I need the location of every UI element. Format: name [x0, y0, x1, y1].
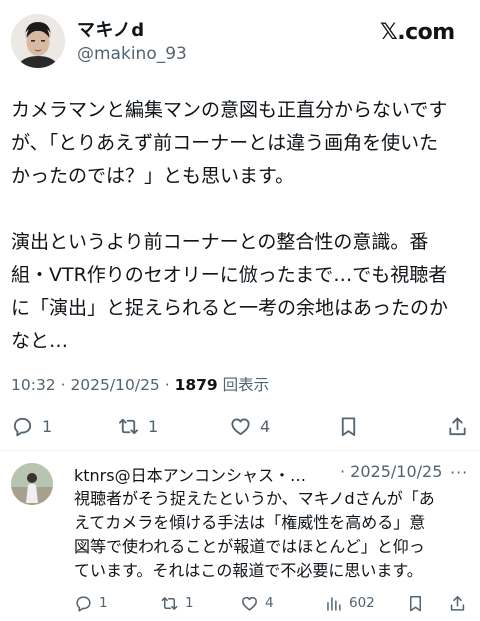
repost-icon	[161, 596, 178, 610]
post-text: カメラマンと編集マンの意図も正直分からないです が、「とりあえず前コーナーとは違…	[11, 94, 473, 358]
reply-text: 視聴者がそう捉えたというか、マキノdさんが「あ えてカメラを傾ける手法は「権威性…	[74, 487, 474, 583]
reply-share-button[interactable]	[448, 588, 467, 618]
bar-chart-icon	[327, 596, 341, 611]
reply-text-line: 図等で使われることが報道ではほとんど」と仰っ	[74, 537, 425, 556]
reply-like-count: 4	[265, 595, 274, 611]
repost-button[interactable]: 1	[117, 408, 158, 444]
reply-date[interactable]: · 2025/10/25	[340, 462, 442, 481]
post-meta: 10:32 · 2025/10/25 · 1879 回表示	[11, 373, 269, 395]
reply-avatar-photo	[11, 463, 53, 505]
reply-text-line: ています。それはこの報道で不必要に思います。	[74, 561, 423, 580]
post-text-line: 組・VTR作りのセオリーに倣ったまで…でも視聴者	[11, 264, 448, 286]
reply-bookmark-button[interactable]	[406, 588, 425, 618]
bookmark-button[interactable]	[337, 408, 360, 444]
reply-reply-count: 1	[99, 595, 108, 611]
repost-icon	[118, 418, 139, 434]
reply-post[interactable]: ktnrs@日本アンコンシャス・… · 2025/10/25 ··· 視聴者がそ…	[0, 451, 480, 621]
reply-text-line: えてカメラを傾ける手法は「権威性を高める」意	[74, 513, 426, 532]
like-button[interactable]: 4	[229, 408, 270, 444]
share-icon	[450, 595, 465, 611]
reply-repost-button[interactable]: 1	[160, 588, 194, 618]
reply-count: 1	[42, 416, 53, 436]
reply-button[interactable]: 1	[11, 408, 52, 444]
post-action-bar: 1 1 4	[0, 408, 480, 444]
more-options-icon[interactable]: ···	[450, 463, 468, 482]
post-text-line	[11, 193, 473, 226]
reply-action-bar: 1 1 4 602	[0, 588, 480, 618]
bookmark-icon	[409, 595, 422, 611]
repost-count: 1	[148, 416, 159, 436]
post-text-line: 演出というより前コーナーとの整合性の意識。番	[11, 231, 429, 253]
post-text-line: かったのでは？」とも思います。	[11, 165, 295, 187]
post-timestamp[interactable]: 10:32 · 2025/10/25 ·	[11, 376, 175, 394]
post-header: マキノd @makino_93 𝕏.com	[0, 0, 480, 90]
reply-view-count: 602	[349, 595, 375, 611]
reply-icon	[76, 595, 91, 612]
heart-icon	[231, 417, 250, 435]
reply-reply-button[interactable]: 1	[74, 588, 108, 618]
post-text-line: に「演出」と捉えられると一考の余地はあったのか	[11, 297, 449, 319]
reply-icon	[13, 417, 32, 436]
reply-views-button[interactable]: 602	[324, 588, 375, 618]
reply-author[interactable]: ktnrs@日本アンコンシャス・…	[74, 462, 306, 486]
view-label: 回表示	[217, 376, 270, 394]
reply-like-button[interactable]: 4	[240, 588, 274, 618]
like-count: 4	[260, 416, 271, 436]
share-button[interactable]	[446, 408, 469, 444]
post-text-line: なと…	[11, 330, 69, 352]
reply-repost-count: 1	[185, 595, 194, 611]
author-name[interactable]: マキノd	[77, 16, 145, 42]
x-logo: 𝕏.com	[380, 20, 455, 45]
author-handle[interactable]: @makino_93	[77, 44, 187, 64]
reply-text-line: 視聴者がそう捉えたというか、マキノdさんが「あ	[74, 489, 435, 508]
bookmark-icon	[341, 416, 356, 436]
view-count: 1879	[174, 376, 218, 394]
reply-avatar[interactable]	[11, 463, 53, 505]
share-icon	[449, 416, 466, 435]
avatar-photo	[11, 14, 65, 68]
avatar[interactable]	[11, 14, 65, 68]
post-text-line: カメラマンと編集マンの意図も正直分からないです	[11, 99, 448, 121]
heart-icon	[242, 596, 257, 611]
post-text-line: が、「とりあえず前コーナーとは違う画角を使いた	[11, 132, 439, 154]
